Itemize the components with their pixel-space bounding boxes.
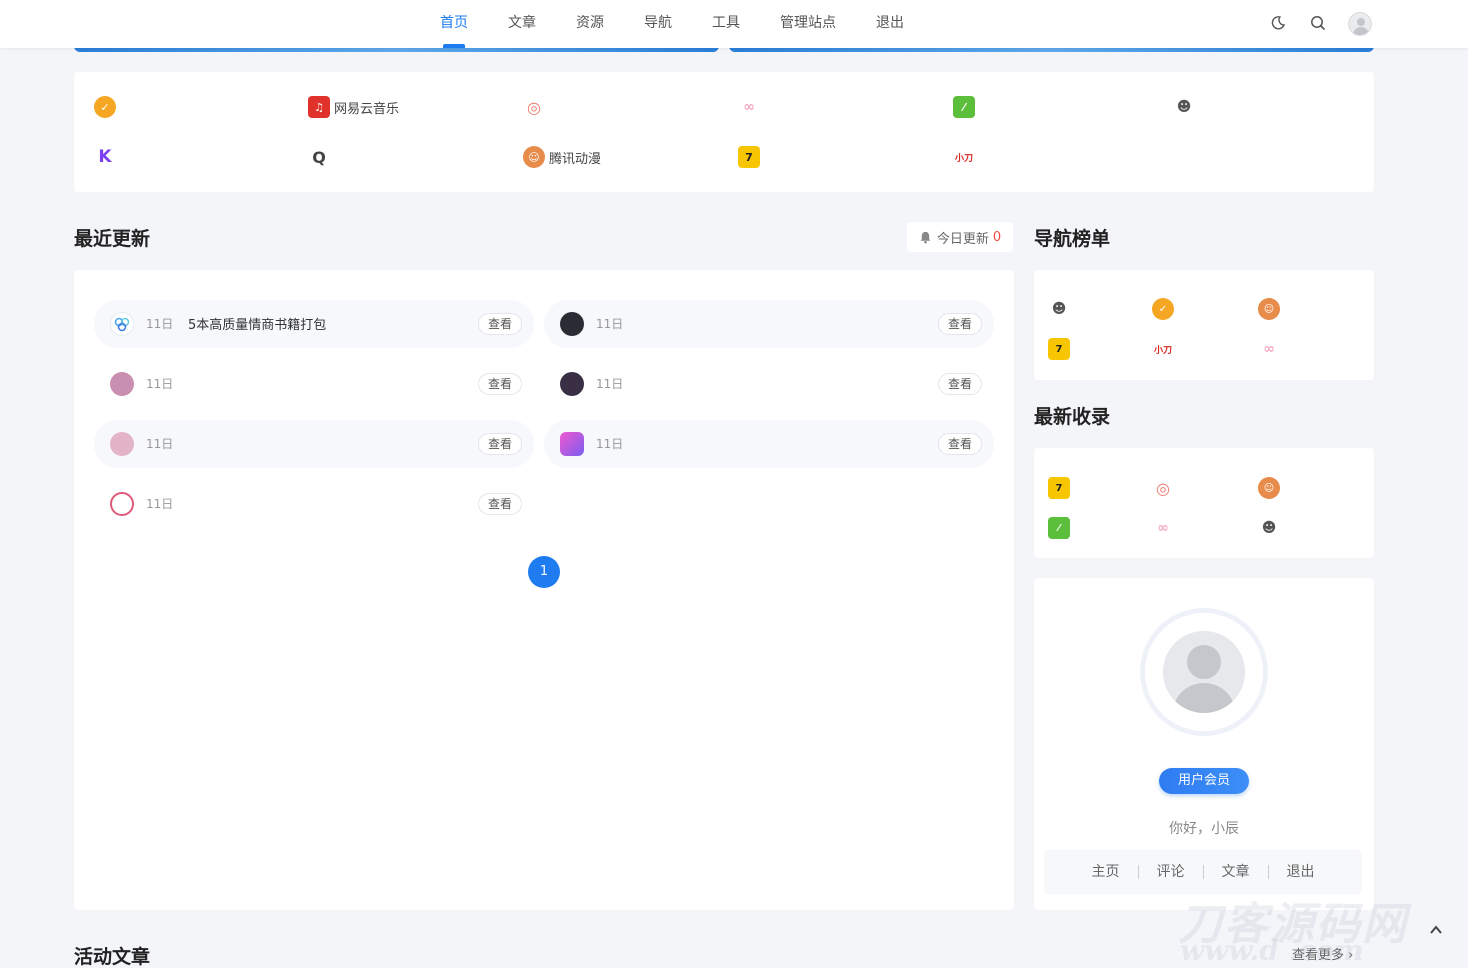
profile-avatar[interactable]	[1140, 608, 1268, 736]
avatar	[560, 432, 584, 456]
nav-item-logout[interactable]: 退出	[876, 0, 904, 48]
target-icon: ◎	[523, 96, 545, 118]
xiaodao-entertainment-icon[interactable]: 小刀	[1152, 338, 1174, 360]
pig-icon[interactable]: ∞	[1258, 338, 1280, 360]
pig-icon[interactable]: ∞	[1152, 517, 1174, 539]
nav-rank-card: ☻ ✓ ☺ 7 小刀 ∞	[1034, 270, 1374, 380]
avatar	[560, 312, 584, 336]
green-leaf-icon[interactable]: ⁄	[1048, 517, 1070, 539]
main-nav: 首页 文章 资源 导航 工具 管理站点 退出	[420, 0, 924, 48]
number-seven-icon: 7	[738, 146, 760, 168]
update-day: 11日	[146, 377, 174, 391]
update-day: 11日	[596, 437, 624, 451]
recent-updates-title: 最近更新	[74, 228, 151, 250]
green-leaf-icon: ⁄	[953, 96, 975, 118]
nav-item-home[interactable]: 首页	[440, 0, 468, 48]
nav-item-navigation[interactable]: 导航	[644, 0, 672, 48]
list-item[interactable]: 11日 5本高质量情商书籍打包 查看	[94, 300, 534, 348]
list-item[interactable]: 11日 查看	[544, 300, 994, 348]
view-more-label: 查看更多	[1292, 948, 1345, 963]
view-button[interactable]: 查看	[938, 373, 982, 395]
pagination-page-1[interactable]: 1	[528, 556, 560, 588]
view-more-link[interactable]: 查看更多 ›	[1292, 944, 1353, 963]
link-item[interactable]: ✓	[94, 95, 120, 119]
today-updates-count: 0	[992, 229, 1002, 245]
moon-icon[interactable]	[1267, 12, 1289, 34]
nav-item-tools[interactable]: 工具	[712, 0, 740, 48]
update-day: 11日	[146, 317, 174, 331]
avatar	[110, 432, 134, 456]
nav-item-manage-site[interactable]: 管理站点	[780, 0, 836, 48]
user-avatar[interactable]	[1348, 12, 1372, 36]
link-item[interactable]: ◎	[523, 95, 549, 119]
view-button[interactable]: 查看	[478, 493, 522, 515]
link-item[interactable]: 小刀	[953, 145, 979, 169]
link-item[interactable]: ∞	[738, 95, 764, 119]
update-day: 11日	[596, 377, 624, 391]
nav-rank-title: 导航榜单	[1034, 228, 1111, 250]
list-item[interactable]: 11日 查看	[544, 360, 994, 408]
profile-link-home[interactable]: 主页	[1074, 865, 1139, 879]
update-day: 11日	[146, 437, 174, 451]
list-item[interactable]: 11日 查看	[94, 360, 534, 408]
netease-music-icon: ♫	[308, 96, 330, 118]
number-seven-icon[interactable]: 7	[1048, 477, 1070, 499]
number-seven-icon[interactable]: 7	[1048, 338, 1070, 360]
view-button[interactable]: 查看	[938, 313, 982, 335]
profile-link-comments[interactable]: 评论	[1139, 865, 1204, 879]
cartoon-character-icon[interactable]: ☻	[1048, 298, 1070, 320]
update-day: 11日	[596, 317, 624, 331]
avatar	[560, 372, 584, 396]
nav-item-articles[interactable]: 文章	[508, 0, 536, 48]
greeting-text: 你好，小辰	[1169, 821, 1239, 837]
link-item[interactable]: K	[94, 145, 120, 169]
link-item[interactable]: ⁄	[953, 95, 979, 119]
today-updates-badge[interactable]: 今日更新 0	[907, 222, 1013, 252]
verified-badge-icon: ✓	[94, 96, 116, 118]
user-member-button[interactable]: 用户会员	[1159, 768, 1249, 794]
avatar	[110, 492, 134, 516]
target-icon[interactable]: ◎	[1152, 477, 1174, 499]
verified-badge-icon[interactable]: ✓	[1152, 298, 1174, 320]
link-item[interactable]: 7	[738, 145, 764, 169]
latest-added-title: 最新收录	[1034, 406, 1111, 428]
link-item[interactable]: ☻	[1173, 95, 1199, 119]
avatar	[110, 312, 134, 336]
top-header: 首页 文章 资源 导航 工具 管理站点 退出	[0, 0, 1468, 48]
profile-link-articles[interactable]: 文章	[1204, 865, 1269, 879]
view-button[interactable]: 查看	[938, 433, 982, 455]
link-item[interactable]: ☺ 腾讯动漫	[523, 145, 601, 169]
chevron-right-icon: ›	[1348, 948, 1354, 963]
link-item[interactable]: ♫ 网易云音乐	[308, 95, 399, 119]
latest-added-card: 7 ◎ ☺ ⁄ ∞ ☻	[1034, 448, 1374, 558]
profile-link-logout[interactable]: 退出	[1269, 865, 1333, 879]
today-updates-label: 今日更新	[936, 231, 989, 247]
list-item[interactable]: 11日 查看	[94, 480, 534, 528]
view-button[interactable]: 查看	[478, 433, 522, 455]
link-item[interactable]: Q	[308, 145, 334, 169]
recent-updates-card: 11日 5本高质量情商书籍打包 查看 11日 查看 11日 查看 11日 查看 …	[74, 270, 1014, 910]
q-logo-icon: Q	[308, 146, 330, 168]
cartoon-character-icon[interactable]: ☻	[1258, 517, 1280, 539]
k-logo-icon: K	[94, 146, 116, 168]
view-button[interactable]: 查看	[478, 313, 522, 335]
xiaodao-entertainment-icon: 小刀	[953, 146, 975, 168]
tencent-comic-icon[interactable]: ☺	[1258, 477, 1280, 499]
nav-item-resources[interactable]: 资源	[576, 0, 604, 48]
view-button[interactable]: 查看	[478, 373, 522, 395]
pig-icon: ∞	[738, 96, 760, 118]
activity-articles-title: 活动文章	[74, 946, 151, 968]
cartoon-character-icon: ☻	[1173, 96, 1195, 118]
search-icon[interactable]	[1307, 12, 1329, 34]
bell-icon	[920, 231, 931, 243]
tencent-comic-icon[interactable]: ☺	[1258, 298, 1280, 320]
list-item[interactable]: 11日 查看	[94, 420, 534, 468]
back-to-top-icon[interactable]	[1428, 922, 1444, 938]
update-day: 11日	[146, 497, 174, 511]
tencent-comic-icon: ☺	[523, 146, 545, 168]
quick-links-card: ✓ ♫ 网易云音乐 ◎ ∞ ⁄ ☻ K Q ☺ 腾讯动漫 7 小刀	[74, 72, 1374, 192]
update-title[interactable]: 5本高质量情商书籍打包	[188, 314, 326, 333]
avatar	[110, 372, 134, 396]
list-item[interactable]: 11日 查看	[544, 420, 994, 468]
